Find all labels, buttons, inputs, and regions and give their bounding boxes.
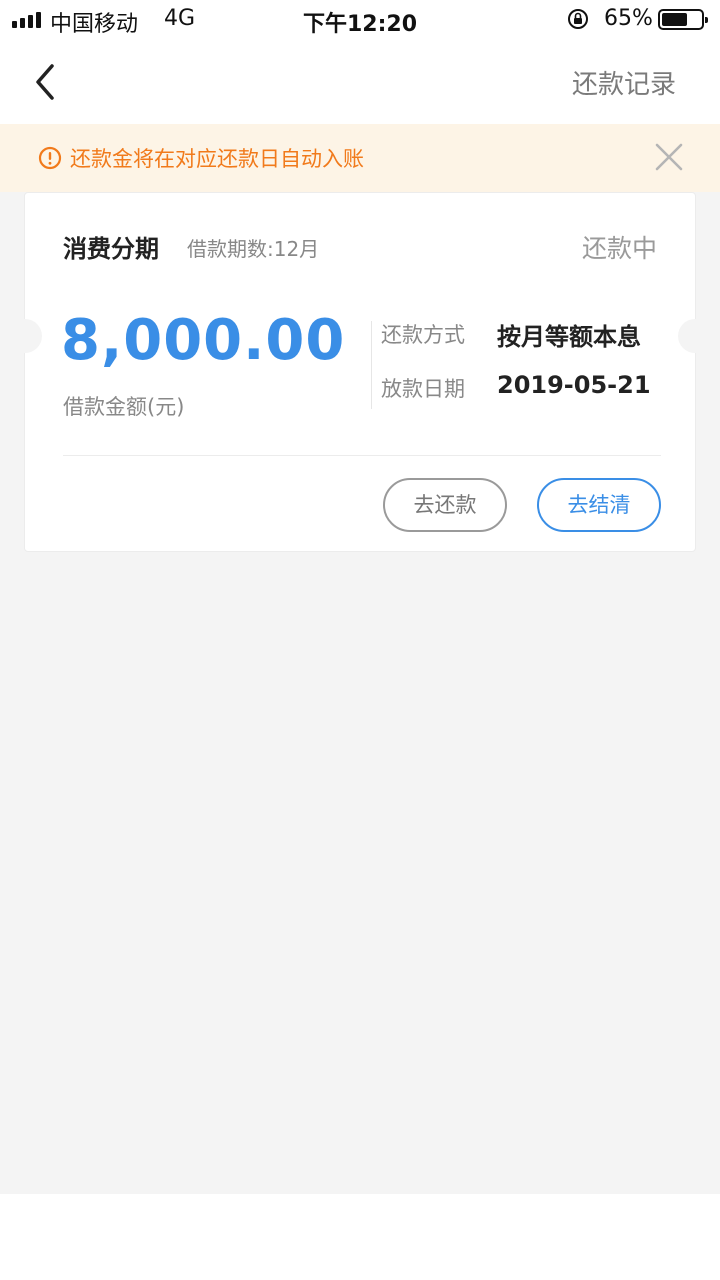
horizontal-divider <box>63 455 661 456</box>
card-notch-left <box>8 319 42 353</box>
loan-amount: 8,000.00 <box>61 308 346 373</box>
loan-term: 借款期数:12月 <box>187 237 320 261</box>
notice-banner: 还款金将在对应还款日自动入账 <box>0 124 720 192</box>
product-name: 消费分期 <box>63 235 159 263</box>
close-icon[interactable] <box>654 142 684 172</box>
disburse-date-label: 放款日期 <box>381 377 465 401</box>
bottom-area <box>0 1194 720 1280</box>
notice-text: 还款金将在对应还款日自动入账 <box>70 147 364 171</box>
repay-method-value: 按月等额本息 <box>497 323 641 351</box>
vertical-divider <box>371 321 372 409</box>
settle-button[interactable]: 去结清 <box>537 478 661 532</box>
card-notch-right <box>678 319 712 353</box>
status-bar: 中国移动 4G 下午12:20 65% <box>0 0 720 40</box>
repay-method-label: 还款方式 <box>381 323 465 347</box>
repay-button[interactable]: 去还款 <box>383 478 507 532</box>
warning-circle-icon <box>38 146 62 170</box>
battery-icon <box>658 9 708 30</box>
battery-percent: 65% <box>604 6 653 31</box>
loan-amount-label: 借款金额(元) <box>63 395 185 419</box>
repayment-records-link[interactable]: 还款记录 <box>572 64 676 101</box>
chevron-left-icon[interactable] <box>28 60 64 104</box>
loan-card[interactable]: 消费分期 借款期数:12月 还款中 8,000.00 借款金额(元) 还款方式 … <box>8 192 712 552</box>
disburse-date-value: 2019-05-21 <box>497 371 651 399</box>
nav-bar: 还款记录 <box>0 40 720 124</box>
orientation-lock-icon <box>568 9 588 29</box>
status-badge: 还款中 <box>581 234 657 263</box>
